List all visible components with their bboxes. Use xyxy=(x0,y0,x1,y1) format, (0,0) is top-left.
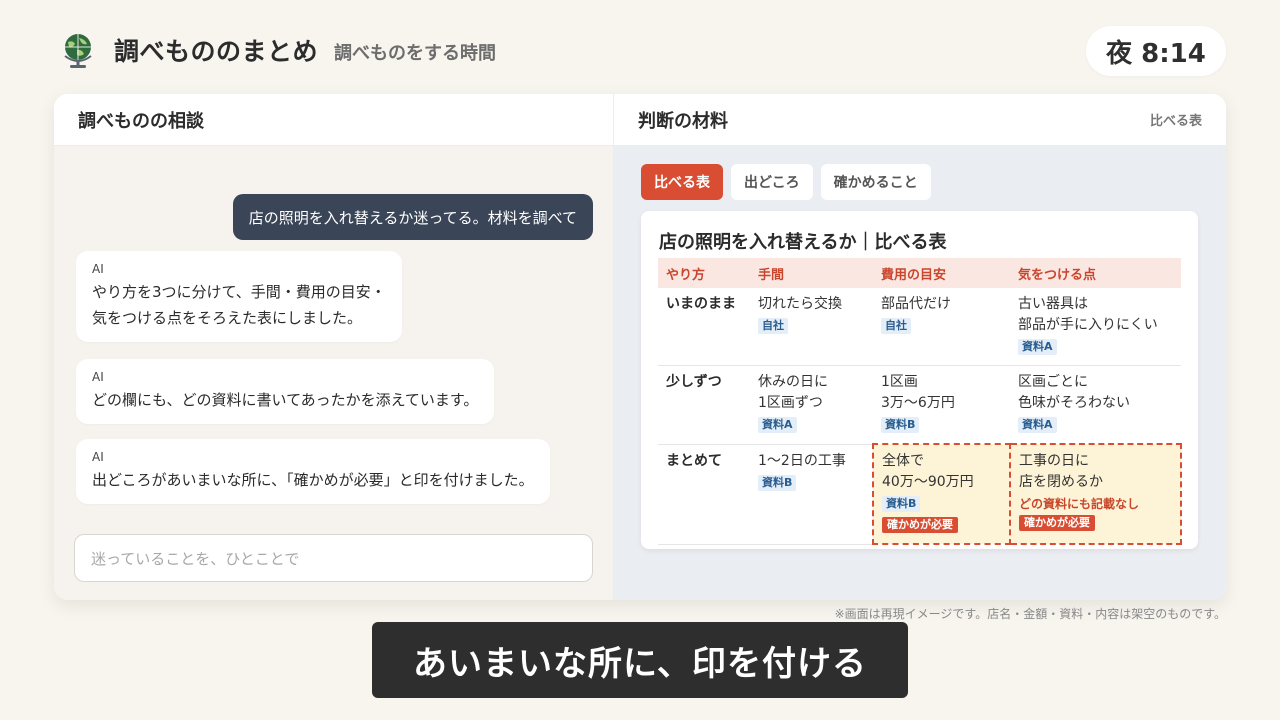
compare-sheet: 店の照明を入れ替えるか｜比べる表 やり方 手間 費用の目安 気をつける点 いまの… xyxy=(641,211,1198,549)
compare-table: やり方 手間 費用の目安 気をつける点 いまのまま 切れたら交換 自社 部品代だ… xyxy=(658,258,1182,545)
needs-check-badge: 確かめが必要 xyxy=(882,517,958,533)
ai-message-line: やり方を3つに分けて、手間・費用の目安・ xyxy=(92,283,386,301)
ai-message-line: 気をつける点をそろえた表にしました。 xyxy=(92,309,363,327)
cell-text: 部品が手に入りにくい xyxy=(1018,317,1158,333)
source-tag: 資料B xyxy=(758,474,797,491)
table-row: 少しずつ 休みの日に 1区画ずつ 資料A 1区画 3万〜6万円 資料B 区画ごと… xyxy=(658,365,1181,445)
cell-text: 1区画ずつ xyxy=(758,395,823,411)
tab-to-verify[interactable]: 確かめること xyxy=(820,164,931,200)
row-name: まとめて xyxy=(658,444,750,545)
materials-panel-header: 判断の材料 比べる表 xyxy=(614,94,1226,146)
row-name: 少しずつ xyxy=(658,365,750,445)
ai-sender-label: AI xyxy=(92,262,104,276)
source-tag: 自社 xyxy=(881,318,911,334)
chat-panel: 調べものの相談 店の照明を入れ替えるか迷ってる。材料を調べて AI やり方を3つ… xyxy=(54,94,614,600)
cell-text: 店を閉めるか xyxy=(1019,474,1103,490)
cost-cell: 部品代だけ 自社 xyxy=(873,288,1010,366)
chat-panel-title: 調べものの相談 xyxy=(54,94,613,146)
source-tag: 自社 xyxy=(758,318,788,334)
cell-text: 部品代だけ xyxy=(881,296,951,312)
cell-text: 切れたら交換 xyxy=(758,296,842,312)
ai-message-line: どの欄にも、どの資料に書いてあったかを添えています。 xyxy=(92,391,479,409)
cell-text: 区画ごとに xyxy=(1018,374,1088,390)
effort-cell: 切れたら交換 自社 xyxy=(750,288,873,366)
row-name: いまのまま xyxy=(658,288,750,366)
caption-banner: あいまいな所に、印を付ける xyxy=(372,622,908,698)
app-title: 調べもののまとめ xyxy=(114,37,319,66)
tab-sources[interactable]: 出どころ xyxy=(731,164,813,200)
flagged-cost-cell: 全体で 40万〜90万円 資料B 確かめが必要 xyxy=(872,443,1011,545)
cell-text: 1〜2日の工事 xyxy=(758,452,846,469)
table-row: いまのまま 切れたら交換 自社 部品代だけ 自社 古い器具は 部品が手に入りにく… xyxy=(658,288,1181,366)
table-title: 店の照明を入れ替えるか｜比べる表 xyxy=(659,232,947,253)
source-tag: 資料B xyxy=(882,496,921,512)
app-header: 調べもののまとめ 調べものをする時間 xyxy=(60,28,496,72)
ai-message: AI 出どころがあいまいな所に、「確かめが必要」と印を付けました。 xyxy=(76,439,550,504)
effort-cell: 1〜2日の工事 資料B xyxy=(750,444,873,545)
column-header: 気をつける点 xyxy=(1010,258,1181,288)
source-tag: 資料B xyxy=(881,417,920,433)
main-card: 調べものの相談 店の照明を入れ替えるか迷ってる。材料を調べて AI やり方を3つ… xyxy=(54,94,1226,600)
ai-message-line: 出どころがあいまいな所に、「確かめが必要」と印を付けました。 xyxy=(92,471,534,489)
ai-message: AI やり方を3つに分けて、手間・費用の目安・ 気をつける点をそろえた表にしまし… xyxy=(76,251,402,342)
source-tag: 資料A xyxy=(758,417,797,433)
flagged-caution-cell: 工事の日に 店を閉めるか どの資料にも記載なし 確かめが必要 xyxy=(1009,443,1182,545)
chat-body: 店の照明を入れ替えるか迷ってる。材料を調べて AI やり方を3つに分けて、手間・… xyxy=(54,146,613,600)
app-subtitle: 調べものをする時間 xyxy=(334,43,497,64)
table-header-row: やり方 手間 費用の目安 気をつける点 xyxy=(658,258,1181,288)
effort-cell: 休みの日に 1区画ずつ 資料A xyxy=(750,365,873,445)
column-header: やり方 xyxy=(658,258,750,288)
column-header: 手間 xyxy=(750,258,873,288)
cost-cell: 1区画 3万〜6万円 資料B xyxy=(873,365,1010,445)
materials-panel-title: 判断の材料 xyxy=(638,110,728,132)
cell-text: 40万〜90万円 xyxy=(882,474,974,490)
user-message: 店の照明を入れ替えるか迷ってる。材料を調べて xyxy=(232,194,593,240)
cell-text: 色味がそろわない xyxy=(1018,395,1130,411)
globe-icon xyxy=(60,30,96,70)
source-tag: 資料A xyxy=(1018,417,1057,433)
no-source-note: どの資料にも記載なし xyxy=(1019,497,1140,511)
ai-message: AI どの欄にも、どの資料に書いてあったかを添えています。 xyxy=(76,359,495,424)
table-row: まとめて 1〜2日の工事 資料B 全体で 40万〜90万円 資料B 確かめが必要 xyxy=(658,443,1182,545)
clock: 夜 8:14 xyxy=(1086,26,1226,76)
cell-text: 3万〜6万円 xyxy=(881,395,955,411)
cell-text: 古い器具は xyxy=(1018,296,1088,312)
column-header: 費用の目安 xyxy=(873,258,1010,288)
cell-text: 全体で xyxy=(882,453,924,469)
caution-cell: 古い器具は 部品が手に入りにくい 資料A xyxy=(1010,288,1181,366)
disclaimer: ※画面は再現イメージです。店名・金額・資料・内容は架空のものです。 xyxy=(834,607,1226,621)
chat-input[interactable]: 迷っていることを、ひとことで xyxy=(74,534,593,582)
caution-cell: 区画ごとに 色味がそろわない 資料A xyxy=(1010,365,1181,445)
materials-tabs: 比べる表 出どころ 確かめること xyxy=(641,164,931,200)
ai-sender-label: AI xyxy=(92,450,104,464)
source-tag: 資料A xyxy=(1018,339,1057,355)
tab-compare-table[interactable]: 比べる表 xyxy=(641,164,723,200)
cell-text: 1区画 xyxy=(881,374,918,390)
materials-panel: 判断の材料 比べる表 比べる表 出どころ 確かめること 店の照明を入れ替えるか｜… xyxy=(614,94,1226,600)
needs-check-badge: 確かめが必要 xyxy=(1019,515,1095,531)
compare-table-link[interactable]: 比べる表 xyxy=(1150,110,1202,129)
materials-body: 比べる表 出どころ 確かめること 店の照明を入れ替えるか｜比べる表 やり方 手間… xyxy=(614,146,1226,600)
cell-text: 休みの日に xyxy=(758,374,828,390)
ai-sender-label: AI xyxy=(92,370,104,384)
cell-text: 工事の日に xyxy=(1019,453,1089,469)
